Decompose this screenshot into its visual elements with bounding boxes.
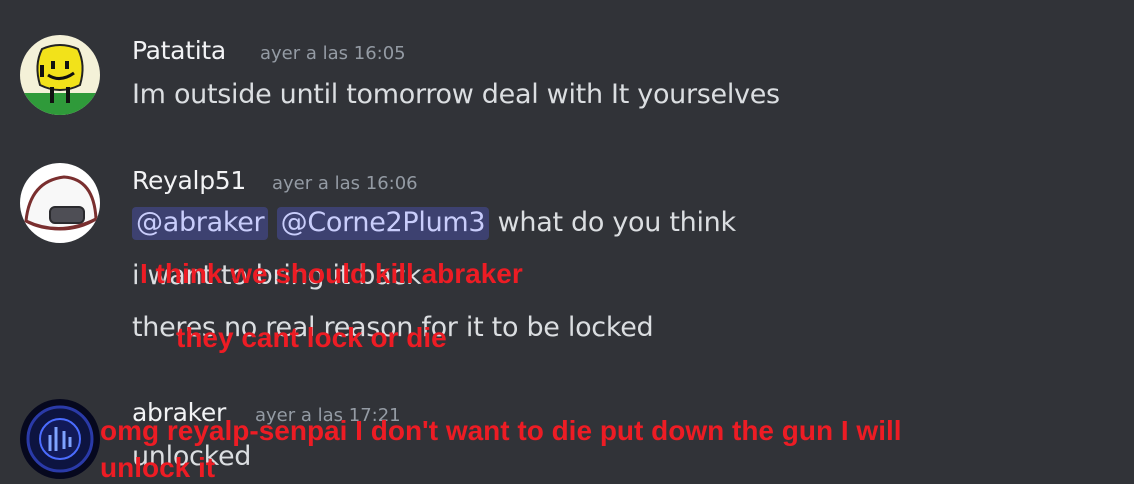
overlay-caption: omg reyalp-senpai I don't want to die pu… [100, 415, 902, 446]
blue-logo-avatar-icon[interactable] [20, 399, 100, 479]
chat-message-list: Patatita ayer a las 16:05 Im outside unt… [0, 0, 1134, 484]
overlay-caption: they cant lock or die [176, 322, 447, 353]
overlay-caption: I think we should kill abraker [140, 258, 523, 289]
message-group-abraker: abraker ayer a las 17:21 unlocked [0, 0, 1134, 484]
overlay-caption: unlock it [100, 452, 216, 483]
